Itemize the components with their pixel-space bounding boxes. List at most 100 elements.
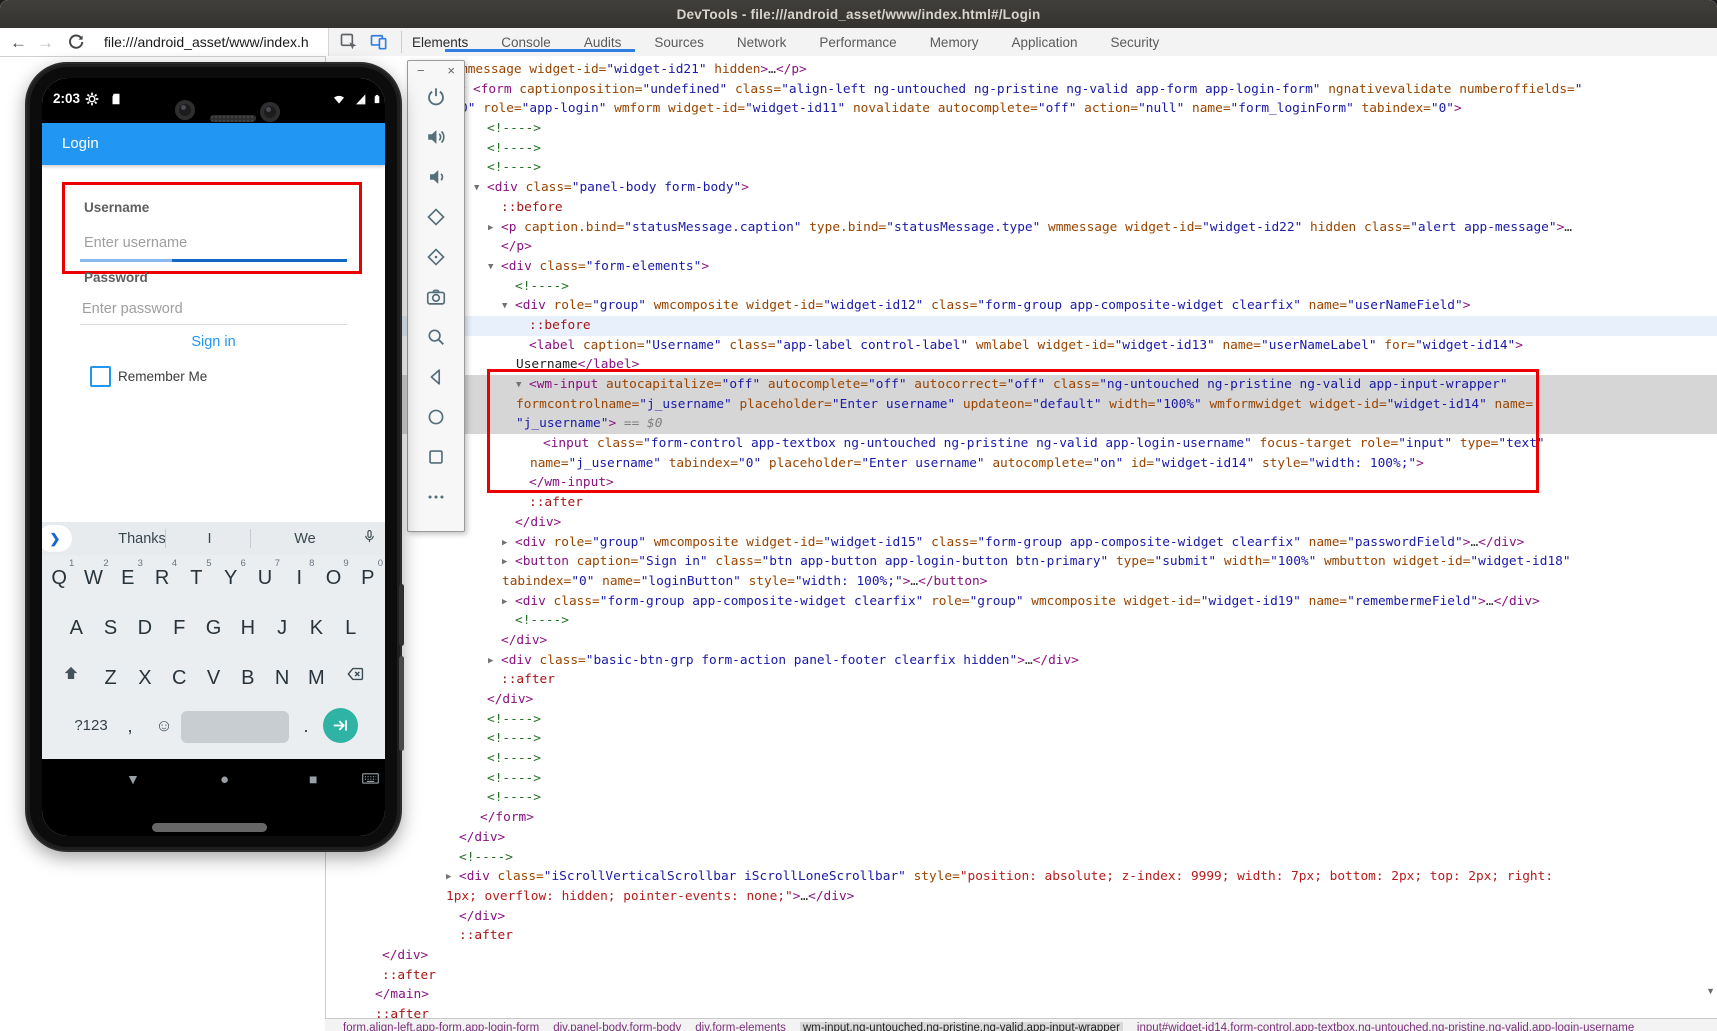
key-N[interactable]: N	[265, 663, 299, 693]
tab-network[interactable]: Network	[735, 35, 789, 50]
key-Y[interactable]: Y6	[214, 563, 248, 593]
code-line[interactable]: ::after	[326, 966, 1594, 986]
code-line[interactable]: <!---->	[326, 277, 1717, 297]
code-line[interactable]: "j_username"> == $0	[326, 414, 1717, 434]
more-icon[interactable]	[424, 486, 448, 508]
code-line[interactable]: ▼<form captionposition="undefined" class…	[326, 80, 1685, 100]
device-toolbar-icon[interactable]	[367, 31, 391, 53]
key-O[interactable]: O9	[316, 563, 350, 593]
key-U[interactable]: U7	[248, 563, 282, 593]
collapse-arrow-icon[interactable]: ▼	[488, 258, 501, 278]
suggestion-word[interactable]: We	[260, 531, 350, 547]
code-line[interactable]: </div>	[326, 513, 1717, 533]
collapse-arrow-icon[interactable]: ▼	[474, 179, 487, 199]
code-line[interactable]: formcontrolname="j_username" placeholder…	[326, 395, 1717, 415]
code-line[interactable]: ▶<div role="group" wmcomposite widget-id…	[326, 533, 1717, 553]
backspace-key-icon[interactable]	[334, 663, 378, 693]
code-line[interactable]: Username</label>	[326, 355, 1717, 375]
breadcrumb-item[interactable]: wm-input.ng-untouched.ng-pristine.ng-val…	[800, 1022, 1123, 1031]
minimize-button[interactable]: −	[417, 63, 425, 78]
code-line[interactable]: </main>	[326, 985, 1587, 1005]
volume-down-icon[interactable]	[424, 166, 448, 188]
key-S[interactable]: S	[93, 613, 127, 643]
nav-home-icon[interactable]: ●	[220, 771, 229, 788]
code-line[interactable]: ::before	[326, 316, 1717, 336]
tab-security[interactable]: Security	[1109, 35, 1162, 50]
expand-arrow-icon[interactable]: ▶	[502, 553, 515, 573]
mic-icon[interactable]	[357, 527, 381, 550]
key-M[interactable]: M	[299, 663, 333, 693]
breadcrumb-item[interactable]: form.align-left.app-form.app-login-form	[343, 1022, 539, 1031]
volume-up-icon[interactable]	[424, 126, 448, 148]
tab-performance[interactable]: Performance	[817, 35, 898, 50]
key-V[interactable]: V	[196, 663, 230, 693]
code-line[interactable]: ▼<div class="panel-body form-body">	[326, 178, 1699, 198]
refresh-icon[interactable]	[64, 31, 88, 53]
collapse-arrow-icon[interactable]: ▼	[502, 297, 515, 317]
back-icon[interactable]: ←	[10, 34, 27, 51]
key-P[interactable]: P0	[351, 563, 385, 593]
rotate-left-icon[interactable]	[424, 206, 448, 228]
remember-checkbox[interactable]	[90, 366, 111, 387]
tab-console[interactable]: Console	[499, 35, 553, 50]
space-key[interactable]	[181, 711, 289, 743]
code-line[interactable]: </form>	[326, 808, 1692, 828]
key-K[interactable]: K	[299, 613, 333, 643]
code-line[interactable]: ▶<p caption.bind="statusMessage.caption"…	[326, 218, 1713, 238]
key-B[interactable]: B	[231, 663, 265, 693]
code-line[interactable]: <!---->	[326, 119, 1699, 139]
code-line[interactable]: <!---->	[326, 139, 1699, 159]
code-line[interactable]: ::after	[326, 670, 1713, 690]
code-line[interactable]: ▶<div class="iScrollVerticalScrollbar iS…	[326, 867, 1671, 887]
expand-arrow-icon[interactable]: ▶	[446, 868, 459, 888]
code-line[interactable]: 0" role="app-login" wmform widget-id="wi…	[326, 99, 1685, 119]
nav-recents-icon[interactable]	[424, 446, 448, 468]
code-line[interactable]: ▼<div class="form-elements">	[326, 257, 1713, 277]
code-line[interactable]: </div>	[326, 828, 1671, 848]
code-line[interactable]: <!---->	[326, 611, 1717, 631]
nav-recents-icon[interactable]: ■	[309, 771, 317, 787]
code-line[interactable]: <input class="form-control app-textbox n…	[326, 434, 1717, 454]
tab-sources[interactable]: Sources	[652, 35, 706, 50]
period-key[interactable]: .	[289, 711, 323, 743]
key-T[interactable]: T5	[179, 563, 213, 593]
code-line[interactable]: </div>	[326, 946, 1594, 966]
power-icon[interactable]	[424, 86, 448, 108]
code-line[interactable]: <label caption="Username" class="app-lab…	[326, 336, 1717, 356]
expand-arrow-icon[interactable]: ▶	[502, 534, 515, 554]
window-titlebar[interactable]: DevTools - file:///android_asset/www/ind…	[0, 0, 1717, 29]
code-line[interactable]: </p>	[326, 237, 1713, 257]
tab-elements[interactable]: Elements	[410, 35, 470, 50]
code-line[interactable]: <!---->	[326, 848, 1671, 868]
code-line[interactable]: <!---->	[326, 769, 1699, 789]
expand-arrow-icon[interactable]: ▶	[502, 593, 515, 613]
code-line[interactable]: <!---->	[326, 158, 1699, 178]
key-X[interactable]: X	[128, 663, 162, 693]
code-line[interactable]: <!---->	[326, 749, 1699, 769]
code-line[interactable]: ::after	[326, 493, 1717, 513]
key-G[interactable]: G	[196, 613, 230, 643]
signin-button[interactable]: Sign in	[42, 334, 385, 350]
code-line[interactable]: </wm-input>	[326, 473, 1717, 493]
rotate-right-icon[interactable]	[424, 246, 448, 268]
code-line[interactable]: </div>	[326, 631, 1713, 651]
code-line[interactable]: </div>	[326, 907, 1671, 927]
code-line[interactable]: tabindex="0" name="loginButton" style="w…	[326, 572, 1717, 592]
scrollbar-down-icon[interactable]: ▼	[1706, 986, 1715, 996]
expand-arrow-icon[interactable]: ▶	[488, 219, 501, 239]
code-line[interactable]: ▶<div class="form-group app-composite-wi…	[326, 592, 1717, 612]
tab-application[interactable]: Application	[1009, 35, 1079, 50]
nav-back-icon[interactable]: ▼	[126, 771, 140, 787]
code-line[interactable]: mmessage widget-id="widget-id21" hidden>…	[326, 60, 1685, 80]
code-line[interactable]: ▼<div role="group" wmcomposite widget-id…	[326, 296, 1717, 316]
code-line[interactable]: ::before	[326, 198, 1713, 218]
close-button[interactable]: ×	[447, 63, 455, 78]
code-line[interactable]: </div>	[326, 690, 1699, 710]
nav-back-icon[interactable]	[424, 366, 448, 388]
expand-suggestions-icon[interactable]: ❯	[42, 525, 72, 552]
key-Q[interactable]: Q1	[42, 563, 76, 593]
breadcrumb-item[interactable]: div.form-elements	[695, 1022, 786, 1031]
nav-home-icon[interactable]	[424, 406, 448, 428]
zoom-icon[interactable]	[424, 326, 448, 348]
key-A[interactable]: A	[59, 613, 93, 643]
